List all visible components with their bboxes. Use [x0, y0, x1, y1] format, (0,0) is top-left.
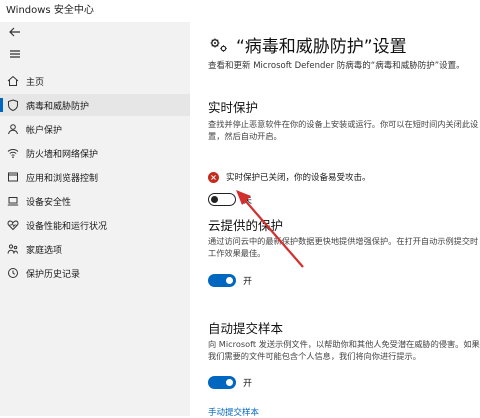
- sidebar-item-app-browser-control[interactable]: 应用和浏览器控制: [0, 166, 190, 188]
- error-icon: ×: [208, 171, 219, 183]
- sidebar-item-label: 保护历史记录: [26, 269, 81, 280]
- realtime-warning-text: 实时保护已关闭，你的设备易受攻击。: [226, 173, 371, 183]
- wifi-icon: [6, 146, 20, 160]
- cloud-protection-toggle[interactable]: [208, 274, 236, 287]
- sidebar-item-label: 防火墙和网络保护: [26, 149, 99, 160]
- window-title: Windows 安全中心: [6, 5, 94, 16]
- sidebar-item-label: 家庭选项: [26, 245, 63, 256]
- home-icon: [6, 74, 20, 88]
- back-arrow-icon[interactable]: [8, 24, 24, 40]
- sidebar-item-label: 主页: [26, 77, 45, 88]
- gears-icon: [208, 34, 230, 56]
- page-subtitle: 查看和更新 Microsoft Defender 防病毒的“病毒和威胁防护”设置…: [208, 61, 465, 71]
- sidebar-item-account-protection[interactable]: 帐户保护: [0, 118, 190, 140]
- realtime-protection-title: 实时保护: [208, 100, 259, 115]
- main-panel: “病毒和威胁防护”设置 查看和更新 Microsoft Defender 防病毒…: [190, 22, 480, 418]
- sidebar-item-virus-protection[interactable]: 病毒和威胁防护: [0, 94, 190, 116]
- sidebar-item-label: 设备性能和运行状况: [26, 221, 108, 232]
- sample-submission-toggle[interactable]: [208, 376, 236, 389]
- sidebar-item-label: 帐户保护: [26, 125, 63, 136]
- sample-submission-title: 自动提交样本: [208, 321, 284, 336]
- sidebar-item-device-security[interactable]: 设备安全性: [0, 190, 190, 212]
- sidebar: 主页 病毒和威胁防护 帐户保护 防火墙和网络保护 应用和浏览器控制 设备安全性 …: [0, 22, 190, 416]
- sidebar-item-family-options[interactable]: 家庭选项: [0, 238, 190, 260]
- heart-icon: [6, 218, 20, 232]
- sidebar-item-protection-history[interactable]: 保护历史记录: [0, 262, 190, 284]
- page-title: “病毒和威胁防护”设置: [208, 32, 407, 57]
- manual-submit-sample-link[interactable]: 手动提交样本: [208, 406, 259, 418]
- realtime-warning: × 实时保护已关闭，你的设备易受攻击。: [208, 171, 371, 183]
- cloud-protection-desc: 通过访问云中的最新保护数据更快地提供增强保护。在打开自动示例提交时工作效果最佳。: [208, 236, 479, 258]
- history-icon: [6, 266, 20, 280]
- person-icon: [6, 122, 20, 136]
- page-title-text: “病毒和威胁防护”设置: [236, 37, 407, 57]
- sample-submission-desc: 向 Microsoft 发送示例文件，以帮助你和其他人免受潜在威胁的侵害。如果我…: [208, 339, 480, 361]
- sidebar-item-label: 病毒和威胁防护: [26, 101, 90, 112]
- app-window-icon: [6, 170, 20, 184]
- cloud-toggle-label: 开: [243, 277, 253, 287]
- sidebar-item-label: 应用和浏览器控制: [26, 173, 99, 184]
- sample-toggle-label: 开: [243, 379, 253, 389]
- laptop-icon: [6, 194, 20, 208]
- sidebar-item-firewall[interactable]: 防火墙和网络保护: [0, 142, 190, 164]
- window-titlebar: Windows 安全中心: [0, 0, 480, 22]
- realtime-toggle-label: 关: [243, 196, 253, 206]
- realtime-protection-desc: 查找并停止恶意软件在你的设备上安装或运行。你可以在短时间内关闭此设置，然后自动开…: [208, 119, 479, 141]
- family-icon: [6, 242, 20, 256]
- sidebar-item-device-performance[interactable]: 设备性能和运行状况: [0, 214, 190, 236]
- sidebar-item-label: 设备安全性: [26, 197, 72, 208]
- cloud-protection-title: 云提供的保护: [208, 218, 284, 233]
- realtime-protection-toggle[interactable]: [208, 193, 236, 206]
- hamburger-menu-icon[interactable]: [8, 46, 24, 62]
- shield-icon: [6, 98, 20, 112]
- sidebar-item-home[interactable]: 主页: [0, 70, 190, 92]
